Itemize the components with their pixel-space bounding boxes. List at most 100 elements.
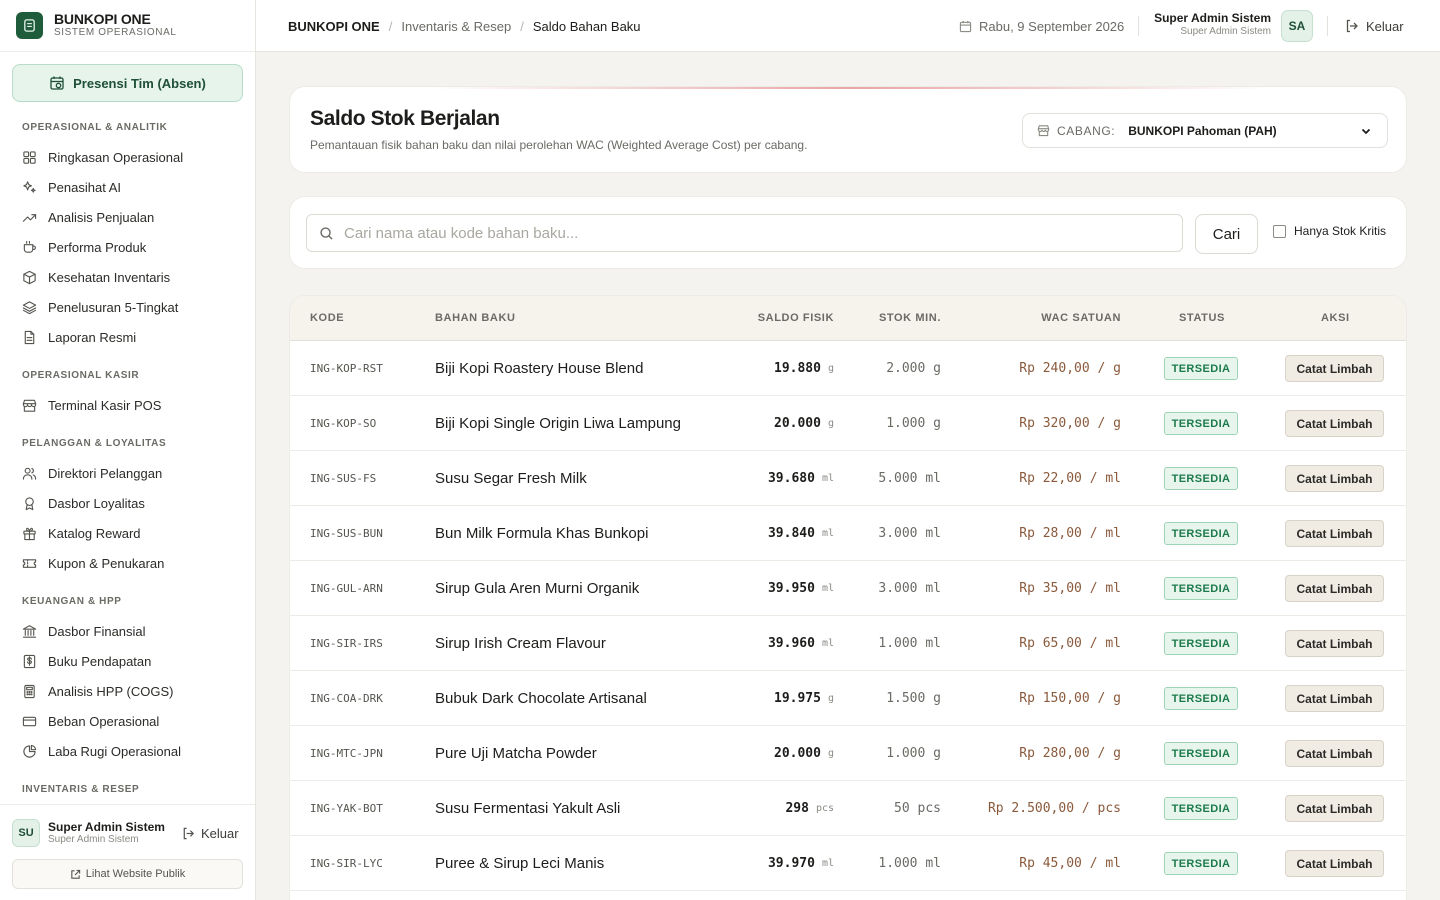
date-text: Rabu, 9 September 2026 [979, 18, 1125, 34]
topbar-user-name: Super Admin Sistem [1154, 11, 1271, 25]
nav-section-title: PELANGGAN & LOYALITAS [22, 438, 167, 449]
sidebar-item-terminal-kasir-pos[interactable]: Terminal Kasir POS [0, 390, 255, 420]
cell-wac: Rp 45,00 / ml [1019, 856, 1121, 871]
table-row: ING-COA-DRK Bubuk Dark Chocolate Artisana… [290, 671, 1406, 726]
record-waste-button[interactable]: Catat Limbah [1285, 685, 1384, 712]
sidebar-item-label: Laporan Resmi [48, 329, 137, 345]
cell-bahan: Bun Milk Formula Khas Bunkopi [435, 525, 649, 542]
topbar-avatar[interactable]: SA [1281, 10, 1313, 42]
column-header-aksi: AKSI [1321, 312, 1350, 324]
cell-kode: ING-COA-DRK [310, 692, 383, 705]
breadcrumb-item[interactable]: BUNKOPI ONE [288, 19, 380, 34]
ticket-icon [22, 558, 37, 568]
topbar-logout-button[interactable]: Keluar [1344, 0, 1404, 52]
critical-stock-filter[interactable]: Hanya Stok Kritis [1273, 224, 1386, 238]
saldo-unit: g [827, 418, 834, 429]
cell-wac: Rp 150,00 / g [1019, 691, 1121, 706]
saldo-unit: g [827, 363, 834, 374]
accent-line [430, 87, 1270, 89]
cell-saldo: 19.880 g [774, 341, 834, 396]
record-waste-button[interactable]: Catat Limbah [1285, 410, 1384, 437]
search-field[interactable] [306, 214, 1183, 252]
chevron-down-icon [1361, 128, 1371, 135]
sidebar-logout-button[interactable]: Keluar [181, 826, 239, 841]
cell-stok-min: 1.000 ml [878, 856, 941, 871]
record-waste-button[interactable]: Catat Limbah [1285, 740, 1384, 767]
breadcrumb-item[interactable]: Inventaris & Resep [401, 19, 511, 34]
sidebar-item-label: Penasihat AI [48, 179, 121, 195]
topbar-user-role: Super Admin Sistem [1180, 26, 1271, 37]
table-header: KODE BAHAN BAKU SALDO FISIK STOK MIN. WA… [290, 296, 1406, 341]
cell-stok-min: 3.000 ml [878, 526, 941, 541]
status-badge: TERSEDIA [1164, 357, 1238, 380]
sidebar-item-label: Beban Operasional [48, 713, 160, 729]
topbar: BUNKOPI ONE / Inventaris & Resep / Saldo… [256, 0, 1440, 52]
column-header-wac: WAC SATUAN [1041, 312, 1121, 324]
user-role: Super Admin Sistem [48, 834, 139, 845]
critical-stock-checkbox[interactable] [1273, 224, 1286, 238]
record-waste-button[interactable]: Catat Limbah [1285, 795, 1384, 822]
record-waste-button[interactable]: Catat Limbah [1285, 465, 1384, 492]
branch-select[interactable]: CABANG: BUNKOPI Pahoman (PAH) [1022, 113, 1388, 148]
cell-kode: ING-SUS-BUN [310, 527, 383, 540]
record-waste-button[interactable]: Catat Limbah [1285, 355, 1384, 382]
sidebar-item-analisis-penjualan[interactable]: Analisis Penjualan [0, 202, 255, 232]
saldo-value: 19.975 [774, 691, 821, 706]
column-header-kode: KODE [310, 312, 345, 324]
search-input[interactable] [344, 224, 1164, 242]
sidebar-item-dasbor-finansial[interactable]: Dasbor Finansial [0, 616, 255, 646]
search-button[interactable]: Cari [1195, 214, 1258, 254]
sidebar-item-performa-produk[interactable]: Performa Produk [0, 232, 255, 262]
status-badge: TERSEDIA [1164, 852, 1238, 875]
sidebar-item-analisis-hpp-cogs[interactable]: Analisis HPP (COGS) [0, 676, 255, 706]
sidebar-item-penasihat-ai[interactable]: Penasihat AI [0, 172, 255, 202]
sidebar-item-label: Kesehatan Inventaris [48, 269, 171, 285]
divider [1327, 16, 1328, 36]
saldo-value: 39.680 [767, 471, 815, 486]
saldo-value: 39.840 [767, 526, 815, 541]
saldo-unit: ml [821, 583, 834, 594]
sidebar-item-katalog-reward[interactable]: Katalog Reward [0, 518, 255, 548]
sidebar-item-label: Dasbor Loyalitas [48, 495, 145, 511]
sidebar-item-direktori-pelanggan[interactable]: Direktori Pelanggan [0, 458, 255, 488]
record-waste-button[interactable]: Catat Limbah [1285, 850, 1384, 877]
cell-saldo: 19.975 g [774, 671, 834, 726]
sidebar-item-kesehatan-inventaris[interactable]: Kesehatan Inventaris [0, 262, 255, 292]
sidebar-item-beban-operasional[interactable]: Beban Operasional [0, 706, 255, 736]
grid-icon [23, 150, 36, 164]
sidebar-item-laporan-resmi[interactable]: Laporan Resmi [0, 322, 255, 352]
cell-kode: ING-KOP-RST [310, 362, 383, 375]
public-website-link[interactable]: Lihat Website Publik [12, 859, 243, 889]
attendance-button[interactable]: Presensi Tim (Absen) [12, 64, 243, 102]
saldo-unit: ml [821, 638, 834, 649]
sidebar-item-label: Penelusuran 5-Tingkat [48, 299, 179, 315]
divider [1138, 16, 1139, 36]
brand[interactable]: BUNKOPI ONE SISTEM OPERASIONAL [0, 0, 255, 52]
sidebar-item-penelusuran-5-tingkat[interactable]: Penelusuran 5-Tingkat [0, 292, 255, 322]
pie-icon [23, 744, 37, 758]
cell-kode: ING-SIR-IRS [310, 637, 383, 650]
cell-wac: Rp 240,00 / g [1019, 361, 1121, 376]
cell-wac: Rp 280,00 / g [1019, 746, 1121, 761]
critical-stock-label: Hanya Stok Kritis [1294, 224, 1387, 238]
sidebar-item-kupon-penukaran[interactable]: Kupon & Penukaran [0, 548, 255, 578]
page-title: Saldo Stok Berjalan [310, 107, 500, 130]
cell-saldo: 20.000 g [774, 726, 834, 781]
brand-name: BUNKOPI ONE [54, 11, 151, 27]
sidebar-item-dasbor-loyalitas[interactable]: Dasbor Loyalitas [0, 488, 255, 518]
sidebar-item-ringkasan-operasional[interactable]: Ringkasan Operasional [0, 142, 255, 172]
saldo-value: 19.880 [774, 361, 821, 376]
cell-kode: ING-MTC-JPN [310, 747, 383, 760]
record-waste-button[interactable]: Catat Limbah [1285, 630, 1384, 657]
column-header-saldo: SALDO FISIK [757, 312, 834, 324]
sidebar-item-laba-rugi-operasional[interactable]: Laba Rugi Operasional [0, 736, 255, 766]
sidebar-item-label: Analisis HPP (COGS) [48, 683, 174, 699]
record-waste-button[interactable]: Catat Limbah [1285, 520, 1384, 547]
sidebar-item-label: Dasbor Finansial [48, 623, 146, 639]
cell-stok-min: 1.000 ml [878, 636, 941, 651]
cell-saldo: 39.950 ml [768, 561, 834, 616]
sidebar-item-buku-pendapatan[interactable]: Buku Pendapatan [0, 646, 255, 676]
sidebar-user[interactable]: SU Super Admin Sistem Super Admin Sistem [12, 819, 165, 847]
sidebar: BUNKOPI ONE SISTEM OPERASIONAL Presensi … [0, 0, 256, 900]
record-waste-button[interactable]: Catat Limbah [1285, 575, 1384, 602]
